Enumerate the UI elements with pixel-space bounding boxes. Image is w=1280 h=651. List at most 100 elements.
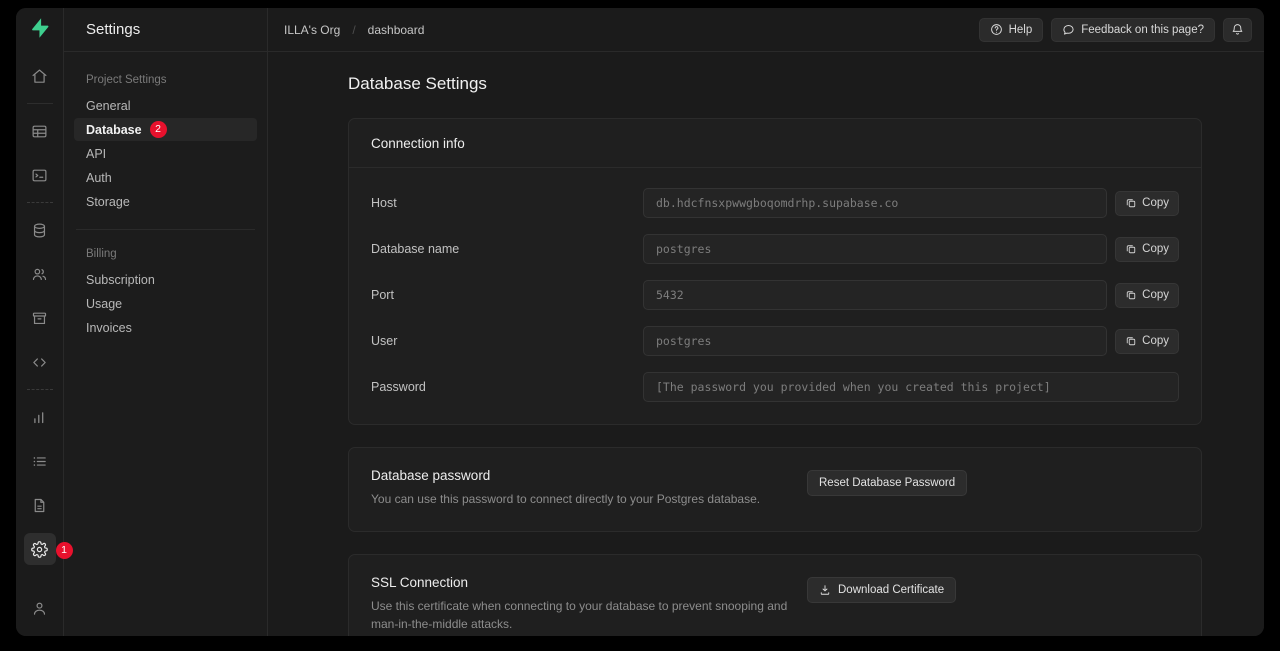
connection-info-card: Connection info Host db.hdcfnsxpwwgboqom…: [348, 118, 1202, 425]
feedback-button[interactable]: Feedback on this page?: [1051, 17, 1215, 42]
connection-info-heading: Connection info: [349, 119, 1201, 168]
copy-database-name-button[interactable]: Copy: [1115, 236, 1179, 262]
archive-icon: [31, 310, 48, 327]
sidebar-item-label: Database: [86, 122, 142, 137]
password-input[interactable]: [The password you provided when you crea…: [643, 372, 1179, 402]
sidebar-item-storage[interactable]: Storage: [74, 190, 257, 213]
document-icon: [31, 497, 48, 514]
rail-item-database[interactable]: [24, 214, 56, 246]
settings-badge: 1: [55, 542, 73, 559]
host-input[interactable]: db.hdcfnsxpwwgboqomdrhp.supabase.co: [643, 188, 1108, 218]
database-badge: 2: [149, 121, 167, 138]
sidebar-item-label: Storage: [86, 194, 130, 209]
host-control: db.hdcfnsxpwwgboqomdrhp.supabase.co Copy: [643, 188, 1179, 218]
feedback-button-label: Feedback on this page?: [1081, 23, 1204, 36]
rail-item-home[interactable]: [24, 60, 56, 92]
field-row-host: Host db.hdcfnsxpwwgboqomdrhp.supabase.co…: [349, 180, 1201, 226]
code-icon: [31, 354, 48, 371]
field-row-user: User postgres Copy: [349, 318, 1201, 364]
rail-item-authentication[interactable]: [24, 258, 56, 290]
download-certificate-label: Download Certificate: [838, 583, 945, 596]
bell-icon: [1231, 23, 1244, 36]
settings-nav-body: Project Settings General Database 2 API …: [64, 52, 267, 339]
sidebar-item-invoices[interactable]: Invoices: [74, 316, 257, 339]
settings-content[interactable]: Database Settings Connection info Host d…: [268, 52, 1264, 636]
port-label: Port: [371, 288, 394, 302]
ssl-connection-card: SSL Connection Use this certificate when…: [348, 553, 1202, 636]
sidebar-item-database[interactable]: Database 2: [74, 118, 257, 141]
ssl-connection-description: Use this certificate when connecting to …: [371, 598, 788, 632]
download-certificate-button[interactable]: Download Certificate: [807, 576, 957, 603]
gear-icon: [31, 540, 48, 558]
rail-item-reports[interactable]: [24, 401, 56, 433]
copy-icon: [1125, 289, 1137, 301]
port-input[interactable]: 5432: [643, 280, 1108, 310]
help-button[interactable]: Help: [978, 17, 1044, 42]
copy-user-label: Copy: [1142, 335, 1169, 347]
user-input[interactable]: postgres: [643, 326, 1108, 356]
rail-item-logs[interactable]: [24, 445, 56, 477]
rail-item-settings[interactable]: 1: [23, 533, 73, 565]
rail-item-docs[interactable]: [24, 489, 56, 521]
rail-item-account[interactable]: [24, 592, 56, 624]
rail-divider-3: [26, 389, 53, 390]
connection-info-fields: Host db.hdcfnsxpwwgboqomdrhp.supabase.co…: [349, 168, 1201, 424]
reset-database-password-button[interactable]: Reset Database Password: [807, 470, 968, 496]
breadcrumb-separator: /: [352, 22, 356, 37]
notifications-button[interactable]: [1223, 17, 1252, 42]
main-column: ILLA's Org / dashboard Help Feedback on …: [268, 8, 1264, 636]
rail-divider-1: [26, 103, 53, 104]
sidebar-item-auth[interactable]: Auth: [74, 166, 257, 189]
page-title: Database Settings: [348, 74, 487, 93]
copy-port-button[interactable]: Copy: [1115, 282, 1179, 308]
nav-divider: [76, 229, 255, 230]
field-row-database-name: Database name postgres Copy: [349, 226, 1201, 272]
supabase-bolt-logo[interactable]: [24, 12, 56, 44]
database-password-text: Database password You can use this passw…: [371, 468, 791, 509]
question-circle-icon: [990, 23, 1003, 36]
user-label: User: [371, 334, 398, 348]
field-row-password: Password [The password you provided when…: [349, 364, 1201, 410]
copy-port-label: Copy: [1142, 289, 1169, 301]
terminal-icon: [31, 167, 48, 184]
sidebar-item-general[interactable]: General: [74, 94, 257, 117]
copy-database-name-label: Copy: [1142, 243, 1169, 255]
sidebar-item-label: Auth: [86, 170, 112, 185]
host-label: Host: [371, 196, 397, 210]
settings-content-inner: Database Settings Connection info Host d…: [268, 52, 1264, 636]
sidebar-item-usage[interactable]: Usage: [74, 292, 257, 315]
breadcrumb-org[interactable]: ILLA's Org: [284, 23, 340, 37]
users-icon: [31, 266, 48, 283]
sidebar-item-label: Usage: [86, 296, 123, 311]
breadcrumb-project[interactable]: dashboard: [368, 23, 425, 37]
nav-group-billing-label: Billing: [86, 248, 117, 260]
settings-panel-title: Settings: [64, 8, 267, 52]
database-password-card: Database password You can use this passw…: [348, 447, 1202, 532]
database-name-control: postgres Copy: [643, 234, 1179, 264]
reset-database-password-label: Reset Database Password: [819, 477, 956, 489]
settings-nav-panel: Settings Project Settings General Databa…: [64, 8, 268, 636]
password-control: [The password you provided when you crea…: [643, 372, 1179, 402]
ssl-connection-text: SSL Connection Use this certificate when…: [371, 575, 791, 634]
rail-item-table-editor[interactable]: [24, 115, 56, 147]
rail-item-storage[interactable]: [24, 302, 56, 334]
sidebar-item-label: API: [86, 146, 107, 161]
top-bar: ILLA's Org / dashboard Help Feedback on …: [268, 8, 1264, 52]
help-button-label: Help: [1008, 23, 1033, 36]
download-icon: [819, 584, 831, 596]
copy-host-button[interactable]: Copy: [1115, 190, 1179, 216]
copy-user-button[interactable]: Copy: [1115, 328, 1179, 354]
database-password-description: You can use this password to connect dir…: [371, 492, 761, 506]
sidebar-item-subscription[interactable]: Subscription: [74, 268, 257, 291]
icon-rail: 1: [16, 8, 73, 636]
rail-item-sql-editor[interactable]: [24, 159, 56, 191]
database-password-title: Database password: [371, 468, 491, 483]
copy-host-label: Copy: [1142, 197, 1169, 209]
rail-item-api-docs[interactable]: [24, 346, 56, 378]
copy-icon: [1125, 243, 1137, 255]
user-control: postgres Copy: [643, 326, 1179, 356]
bar-chart-icon: [31, 409, 48, 426]
list-icon: [31, 453, 48, 470]
database-name-input[interactable]: postgres: [643, 234, 1108, 264]
sidebar-item-api[interactable]: API: [74, 142, 257, 165]
